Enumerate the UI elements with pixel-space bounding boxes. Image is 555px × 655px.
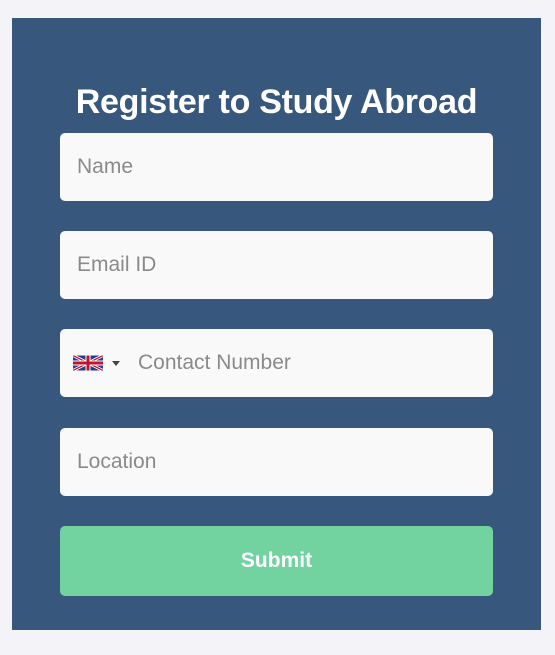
email-input[interactable] [60, 231, 493, 299]
chevron-down-icon [112, 360, 120, 366]
contact-number-input[interactable] [138, 329, 488, 397]
form-title: Register to Study Abroad [75, 83, 478, 121]
contact-number-field [60, 329, 493, 397]
location-input[interactable] [60, 428, 493, 496]
country-code-dropdown[interactable] [73, 355, 120, 371]
name-input[interactable] [60, 133, 493, 201]
registration-card: Register to Study Abroad Submit [12, 18, 541, 630]
submit-button[interactable]: Submit [60, 526, 493, 596]
uk-flag-icon [73, 355, 103, 371]
